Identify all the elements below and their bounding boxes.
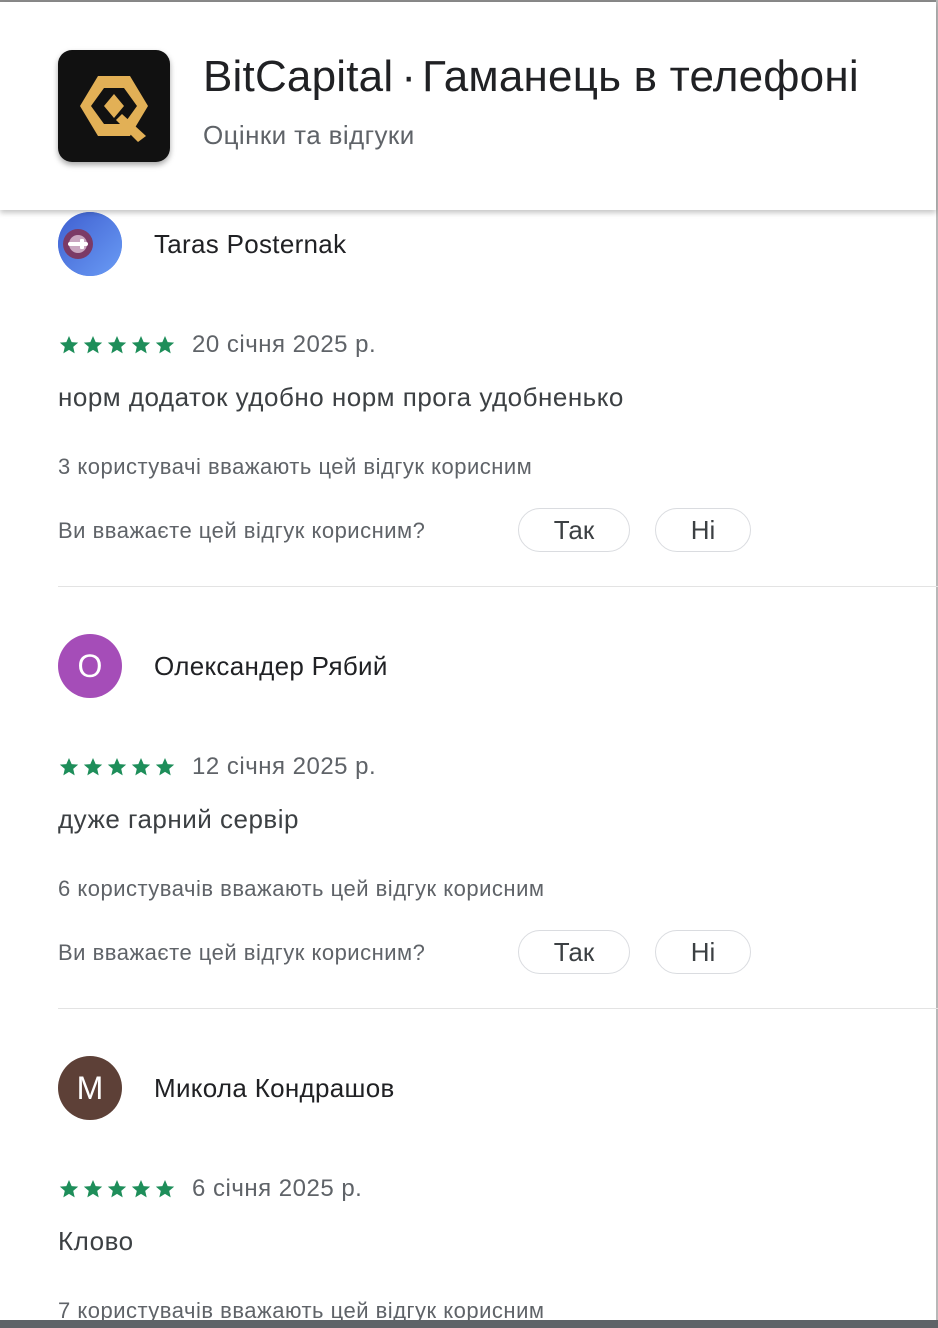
helpful-row: Ви вважаєте цей відгук корисним? Так Ні bbox=[58, 508, 858, 556]
reviewer-name: Taras Posternak bbox=[154, 229, 347, 259]
helpful-no-button[interactable]: Ні bbox=[655, 508, 751, 552]
review-divider bbox=[58, 586, 938, 587]
star-rating bbox=[58, 756, 176, 778]
star-rating bbox=[58, 334, 176, 356]
helpful-yes-button[interactable]: Так bbox=[518, 508, 630, 552]
helpful-yes-button[interactable]: Так bbox=[518, 930, 630, 974]
review-card: О Олександер Рябий 12 січня 2025 р. дуже… bbox=[58, 634, 938, 1014]
star-rating bbox=[58, 1178, 176, 1200]
review-date: 12 січня 2025 р. bbox=[192, 753, 377, 780]
title-separator: · bbox=[401, 52, 417, 101]
star-icon bbox=[59, 1180, 79, 1198]
review-text: дуже гарний сервір bbox=[58, 804, 299, 834]
avatar: О bbox=[58, 634, 122, 698]
reviewer-name: Олександер Рябий bbox=[154, 651, 388, 681]
bitcapital-logo-icon bbox=[80, 76, 148, 142]
star-icon bbox=[83, 758, 103, 776]
review-text: норм додаток удобно норм прога удобненьк… bbox=[58, 382, 624, 412]
app-title: BitCapital · Гаманець в телефоні bbox=[203, 52, 859, 102]
helpful-no-button[interactable]: Ні bbox=[655, 930, 751, 974]
star-icon bbox=[155, 336, 175, 354]
helpful-count: 3 користувачі вважають цей відгук корисн… bbox=[58, 454, 533, 479]
review-date: 20 січня 2025 р. bbox=[192, 331, 377, 358]
star-icon bbox=[107, 758, 127, 776]
star-icon bbox=[131, 336, 151, 354]
review-text: Клово bbox=[58, 1226, 134, 1256]
star-icon bbox=[83, 1180, 103, 1198]
review-card: Taras Posternak 20 січня 2025 р. норм до… bbox=[58, 212, 938, 592]
helpful-question: Ви вважаєте цей відгук корисним? bbox=[58, 518, 426, 543]
reviewer-name: Микола Кондрашов bbox=[154, 1073, 395, 1103]
review-divider bbox=[58, 1008, 938, 1009]
review-date: 6 січня 2025 р. bbox=[192, 1175, 363, 1202]
star-icon bbox=[107, 336, 127, 354]
star-icon bbox=[83, 336, 103, 354]
window-bottom-border bbox=[0, 1320, 938, 1328]
star-icon bbox=[155, 758, 175, 776]
avatar-photo-icon bbox=[58, 212, 122, 276]
page-subtitle: Оцінки та відгуки bbox=[203, 120, 415, 150]
star-icon bbox=[107, 1180, 127, 1198]
avatar bbox=[58, 212, 122, 276]
star-icon bbox=[59, 336, 79, 354]
review-card: М Микола Кондрашов 6 січня 2025 р. Клово… bbox=[58, 1056, 938, 1328]
rating-row: 6 січня 2025 р. bbox=[58, 1174, 362, 1204]
helpful-question: Ви вважаєте цей відгук корисним? bbox=[58, 940, 426, 965]
star-icon bbox=[59, 758, 79, 776]
avatar: М bbox=[58, 1056, 122, 1120]
star-icon bbox=[131, 1180, 151, 1198]
app-tagline: Гаманець в телефоні bbox=[422, 52, 859, 101]
star-icon bbox=[155, 1180, 175, 1198]
app-name: BitCapital bbox=[203, 52, 394, 101]
helpful-row: Ви вважаєте цей відгук корисним? Так Ні bbox=[58, 930, 858, 978]
app-header: BitCapital · Гаманець в телефоні Оцінки та… bbox=[0, 2, 936, 210]
helpful-count: 6 користувачів вважають цей відгук корис… bbox=[58, 876, 545, 901]
rating-row: 20 січня 2025 р. bbox=[58, 330, 376, 360]
rating-row: 12 січня 2025 р. bbox=[58, 752, 376, 782]
app-icon[interactable] bbox=[58, 50, 170, 162]
star-icon bbox=[131, 758, 151, 776]
